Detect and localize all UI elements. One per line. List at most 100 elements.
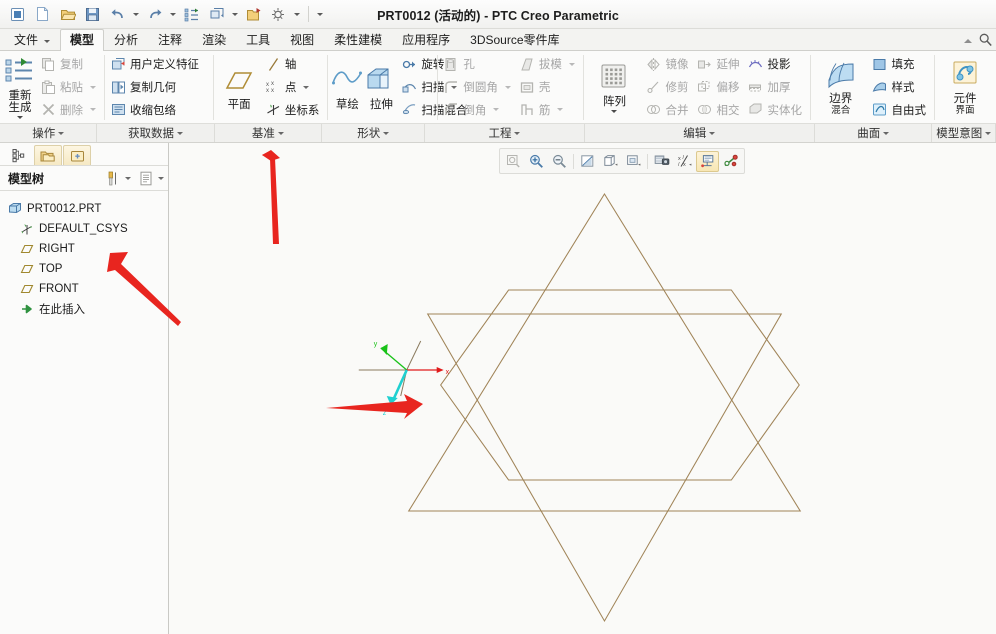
chamfer-button[interactable]: 倒角 — [440, 98, 516, 121]
chevron-down-icon[interactable] — [514, 131, 521, 135]
repaint-dropdown-icon[interactable] — [230, 4, 240, 24]
undo-icon[interactable] — [106, 3, 129, 26]
thicken-button[interactable]: 加厚 — [744, 76, 807, 99]
group-label-edit[interactable]: 编辑 — [585, 124, 816, 142]
scene-icon[interactable] — [650, 151, 673, 172]
tree-display-dropdown-icon[interactable] — [158, 176, 164, 180]
tab-analysis[interactable]: 分析 — [104, 29, 148, 50]
new-icon[interactable] — [31, 3, 54, 26]
group-label-model-intent[interactable]: 模型意图 — [932, 124, 996, 142]
datum-display-icon[interactable]: x / / x — [673, 151, 696, 172]
folder-browser-tab[interactable] — [34, 145, 62, 165]
repaint-icon[interactable] — [205, 3, 228, 26]
round-button[interactable]: 倒圆角 — [440, 76, 516, 99]
shell-button[interactable]: 壳 — [516, 76, 580, 99]
filter-settings-icon[interactable] — [104, 171, 122, 186]
chevron-down-icon[interactable] — [58, 131, 65, 135]
chevron-down-icon[interactable] — [90, 85, 96, 89]
tree-node-insert-here[interactable]: 在此插入 — [8, 299, 168, 319]
offset-button[interactable]: 偏移 — [693, 76, 744, 99]
group-label-shape[interactable]: 形状 — [322, 124, 426, 142]
freestyle-button[interactable]: 自由式 — [868, 98, 931, 121]
plane-button[interactable]: 平面 — [216, 52, 262, 122]
chevron-down-icon[interactable] — [985, 131, 992, 135]
regenerate-icon[interactable] — [180, 3, 203, 26]
component-interface-button[interactable]: 元件 界面 — [937, 52, 993, 122]
filter-dropdown-icon[interactable] — [125, 176, 131, 180]
intersect-button[interactable]: 相交 — [693, 98, 744, 121]
sketch-button[interactable]: 草绘 — [330, 52, 364, 122]
udf-button[interactable]: 用户定义特征 — [107, 53, 204, 76]
save-icon[interactable] — [81, 3, 104, 26]
repaint-icon[interactable] — [576, 151, 599, 172]
shrinkwrap-button[interactable]: 收缩包络 — [107, 98, 204, 121]
rib-button[interactable]: 筋 — [516, 98, 580, 121]
tab-render[interactable]: 渲染 — [192, 29, 236, 50]
chevron-down-icon[interactable] — [568, 62, 575, 66]
copy-geometry-button[interactable]: 复制几何 — [107, 76, 204, 99]
solidify-button[interactable]: 实体化 — [744, 98, 807, 121]
annotation-display-icon[interactable] — [696, 150, 719, 172]
csys-button[interactable]: 坐标系 — [262, 98, 325, 121]
zoom-in-icon[interactable] — [525, 151, 548, 172]
project-button[interactable]: 投影 — [744, 53, 807, 76]
group-label-operations[interactable]: 操作 — [0, 124, 98, 142]
redo-icon[interactable] — [143, 3, 166, 26]
customize-qat-icon[interactable] — [315, 4, 325, 24]
hole-button[interactable]: 孔 — [440, 53, 516, 76]
collapse-ribbon-icon[interactable] — [964, 39, 972, 43]
mirror-button[interactable]: 镜像 — [642, 53, 693, 76]
style-button[interactable]: 样式 — [868, 76, 931, 99]
boundary-blend-button[interactable]: 边界 混合 — [813, 52, 869, 122]
app-menu-icon[interactable] — [6, 3, 29, 26]
chevron-down-icon[interactable] — [493, 108, 500, 112]
regenerate-button[interactable]: 重新生成 — [3, 52, 37, 122]
tab-applications[interactable]: 应用程序 — [392, 29, 460, 50]
tab-model[interactable]: 模型 — [60, 29, 105, 51]
chevron-down-icon[interactable] — [611, 110, 618, 113]
chevron-down-icon[interactable] — [177, 131, 184, 135]
tree-node-front[interactable]: FRONT — [8, 279, 168, 299]
pattern-button[interactable]: 阵列 — [586, 52, 642, 122]
tree-node-default-csys[interactable]: DEFAULT_CSYS — [8, 219, 168, 239]
chevron-down-icon[interactable] — [709, 131, 716, 135]
chevron-down-icon[interactable] — [90, 108, 96, 112]
spin-center-icon[interactable] — [719, 151, 742, 172]
redo-dropdown-icon[interactable] — [168, 4, 178, 24]
saved-orientations-icon[interactable] — [622, 151, 645, 172]
model-tree-tab[interactable] — [5, 145, 33, 165]
tree-node-right[interactable]: RIGHT — [8, 239, 168, 259]
group-label-datum[interactable]: 基准 — [215, 124, 323, 142]
trim-button[interactable]: 修剪 — [642, 76, 693, 99]
favorites-tab[interactable] — [63, 145, 91, 165]
refit-icon[interactable] — [502, 151, 525, 172]
display-style-icon[interactable] — [599, 151, 622, 172]
chevron-down-icon[interactable] — [883, 131, 890, 135]
group-label-engineering[interactable]: 工程 — [425, 124, 585, 142]
undo-dropdown-icon[interactable] — [131, 4, 141, 24]
axis-button[interactable]: 轴 — [262, 53, 325, 76]
extend-button[interactable]: 延伸 — [693, 53, 744, 76]
open-icon[interactable] — [56, 3, 79, 26]
draft-button[interactable]: 拔模 — [516, 53, 580, 76]
chevron-down-icon[interactable] — [44, 39, 51, 43]
chevron-down-icon[interactable] — [17, 116, 23, 119]
point-button[interactable]: xxxx点 — [262, 76, 325, 99]
paste-button[interactable]: 粘贴 — [37, 76, 101, 99]
chevron-down-icon[interactable] — [504, 85, 511, 89]
delete-button[interactable]: 删除 — [37, 98, 101, 121]
group-label-surfaces[interactable]: 曲面 — [815, 124, 933, 142]
extrude-button[interactable]: 拉伸 — [364, 52, 398, 122]
search-icon[interactable] — [979, 33, 992, 49]
tree-display-icon[interactable] — [137, 171, 155, 186]
fill-button[interactable]: 填充 — [868, 53, 931, 76]
tree-node-part[interactable]: PRT0012.PRT — [8, 199, 168, 219]
tab-tools[interactable]: 工具 — [236, 29, 280, 50]
tree-node-top[interactable]: TOP — [8, 259, 168, 279]
copy-button[interactable]: 复制 — [37, 53, 101, 76]
display-style-icon[interactable] — [267, 3, 290, 26]
graphics-viewport[interactable]: y x z x / / x — [169, 143, 996, 634]
chevron-down-icon[interactable] — [557, 108, 564, 112]
display-style-dropdown-icon[interactable] — [292, 4, 302, 24]
tab-3dsource[interactable]: 3DSource零件库 — [460, 29, 569, 50]
